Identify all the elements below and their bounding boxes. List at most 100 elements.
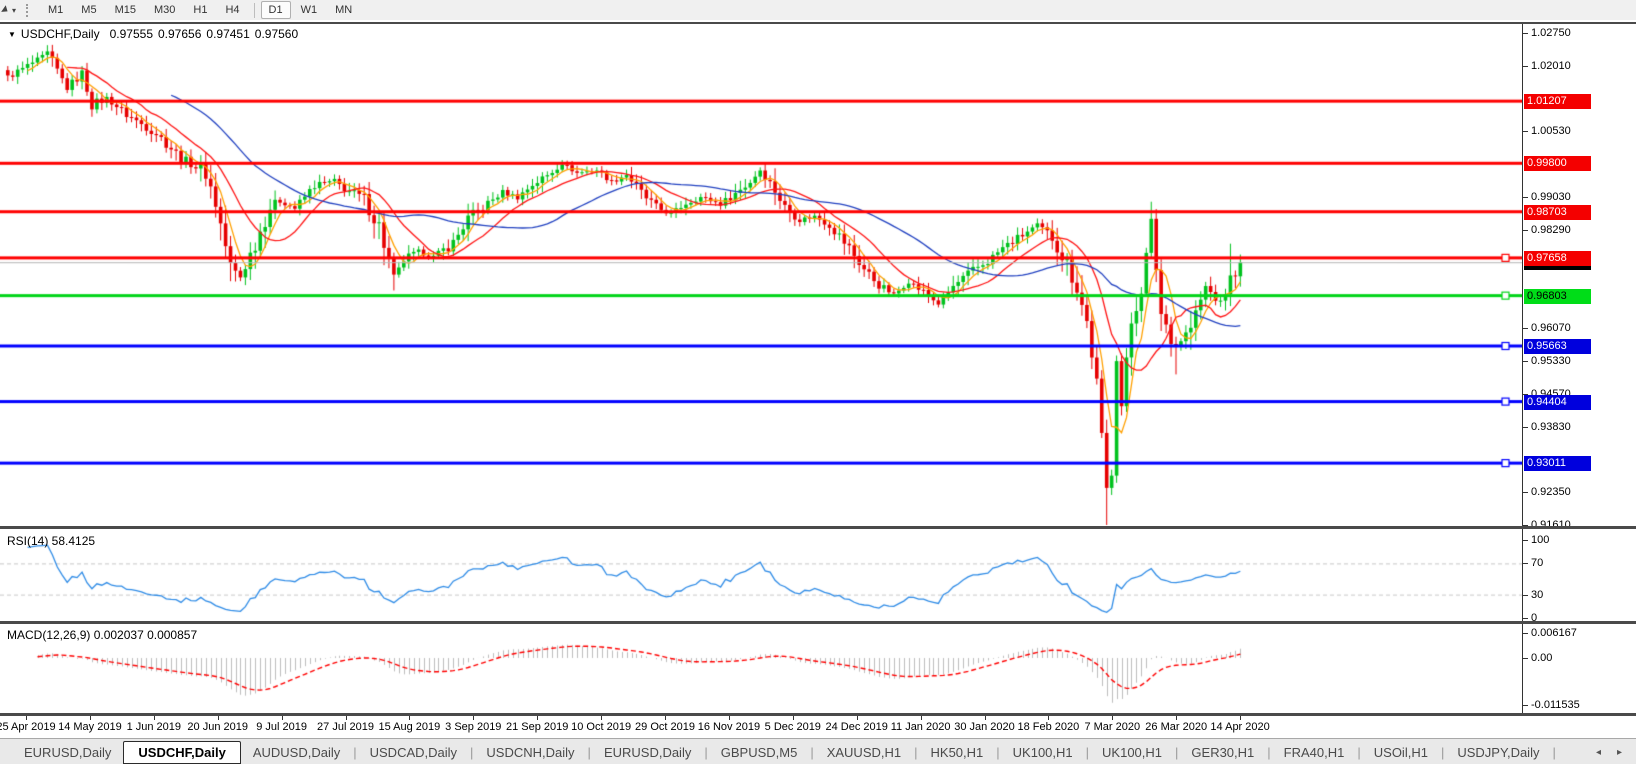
ohlc-close: 0.97560 [254,27,299,41]
rsi-macd-separator[interactable] [0,621,1636,624]
timeframe-button-m5[interactable]: M5 [73,1,104,19]
price-tick-label: 0.95330 [1531,354,1571,367]
macd-tick-mark [1523,704,1528,706]
tab-separator: | [470,744,474,760]
mt4-terminal: ▾ M1 M5 M15 M30 H1 H4 D1 W1 MN ▼ USDCHF,Daily 0.… [0,0,1636,764]
chart-tab-usdcnh-daily[interactable]: USDCNH,Daily [474,742,586,763]
tab-separator: | [996,744,1000,760]
tab-scroll-right-icon[interactable]: ▸ [1617,747,1622,758]
chart-tab-eurusd-daily[interactable]: EURUSD,Daily [592,742,703,763]
tab-separator: | [1085,744,1090,760]
date-label: 25 Apr 2019 [0,721,56,733]
cursor-tool-button[interactable]: ▾ [1,5,20,15]
date-tick-mark [473,716,475,720]
main-rsi-separator[interactable] [0,526,1636,529]
date-label: 24 Dec 2019 [825,721,888,733]
price-badge: 0.98703 [1524,204,1591,220]
price-tick-mark [1523,131,1528,133]
chart-tab-audusd-daily[interactable]: AUDUSD,Daily [241,742,352,763]
tab-separator: | [353,744,357,760]
date-tick-mark [1176,716,1178,720]
chart-title-overlay: ▼ USDCHF,Daily 0.97555 0.97656 0.97451 0… [8,27,303,41]
tab-scroll-left-icon[interactable]: ◂ [1596,747,1601,758]
price-tick-label: 1.02750 [1531,27,1571,39]
date-label: 5 Dec 2019 [764,721,821,733]
toolbar-grip-handle[interactable] [26,3,31,17]
timeframe-button-m1[interactable]: M1 [40,1,71,19]
tab-separator: | [1440,744,1445,760]
date-label: 27 Jul 2019 [317,721,374,733]
price-badge: 1.01207 [1524,94,1591,110]
macd-indicator-canvas[interactable] [0,625,1522,714]
timeframe-button-h4[interactable]: H4 [217,1,247,19]
price-tick-label: 1.02010 [1531,59,1571,72]
date-label: 14 Apr 2020 [1210,721,1270,733]
main-chart-canvas[interactable] [0,24,1522,526]
macd-tick-label: 0.006167 [1531,627,1577,639]
tab-separator: | [587,744,591,760]
macd-tick-mark [1523,658,1528,659]
timeframe-button-mn[interactable]: MN [327,1,360,19]
chart-tab-uk100-h1[interactable]: UK100,H1 [1001,742,1085,763]
chart-tab-bar: EURUSD,Daily USDCHF,Daily AUDUSD,Daily | USD… [0,738,1636,764]
cursor-icon [1,5,10,15]
chart-tab-fra40-h1[interactable]: FRA40,H1 [1272,742,1357,763]
date-label: 30 Jan 2020 [954,721,1015,733]
chart-tab-usdcad-daily[interactable]: USDCAD,Daily [358,742,469,763]
rsi-tick-mark [1523,618,1528,619]
chart-tab-eurusd-daily[interactable]: EURUSD,Daily [12,742,123,763]
date-tick-mark [920,716,922,720]
chart-tab-hk50-h1[interactable]: HK50,H1 [919,742,996,763]
date-label: 21 Sep 2019 [505,721,569,733]
chart-tab-gbpusd-m5[interactable]: GBPUSD,M5 [709,742,810,763]
price-badge: 0.99800 [1524,156,1591,172]
tabs-holder: EURUSD,Daily USDCHF,Daily AUDUSD,Daily | USD… [12,740,1557,764]
date-tick-mark [665,716,666,720]
rsi-tick-label: 100 [1531,534,1550,546]
tab-separator: | [1357,744,1361,760]
tab-separator: | [914,744,918,760]
timeframe-button-m30[interactable]: M30 [146,1,183,19]
chart-tab-uk100-h1[interactable]: UK100,H1 [1090,742,1174,763]
date-label: 9 Jul 2019 [256,721,307,733]
timeframe-button-d1[interactable]: D1 [260,1,291,19]
date-tick-mark [1112,716,1114,720]
date-label: 26 Mar 2020 [1145,721,1208,733]
chart-symbol-label: USDCHF,Daily [20,27,100,41]
date-tick-mark [537,716,539,720]
macd-tick-label: -0.011535 [1531,698,1580,711]
chart-tab-usdjpy-daily[interactable]: USDJPY,Daily [1445,742,1551,763]
date-tick-mark [153,716,155,720]
date-tick-mark [792,716,794,720]
tab-separator: | [704,744,708,760]
price-tick-mark [1523,197,1528,199]
rsi-label: RSI(14) 58.4125 [7,534,96,548]
date-axis[interactable]: 25 Apr 2019 14 May 2019 1 Jun 2019 20 Jun 2… [0,716,1636,738]
rsi-indicator-canvas[interactable] [0,531,1522,622]
timeframe-button-h1[interactable]: H1 [185,1,215,19]
date-tick-mark [26,716,27,720]
rsi-tick-label: 30 [1531,588,1544,601]
chart-tab-usoil-h1[interactable]: USOil,H1 [1362,742,1440,763]
rsi-tick-mark [1523,540,1528,541]
timeframe-button-w1[interactable]: W1 [293,1,326,19]
price-badge: 0.97658 [1524,250,1591,266]
timeframe-button-m15[interactable]: M15 [107,1,144,19]
date-tick-mark [409,716,411,720]
chart-tab-xauusd-h1[interactable]: XAUUSD,H1 [815,742,913,763]
timeframe-buttons: M1 M5 M15 M30 H1 H4 D1 W1 MN [39,1,361,19]
date-label: 10 Oct 2019 [571,721,632,733]
price-badge: 0.95663 [1524,338,1591,354]
price-tick-label: 0.98290 [1531,223,1571,236]
date-label: 18 Feb 2020 [1017,721,1080,733]
chart-tab-usdchf-daily[interactable]: USDCHF,Daily [123,740,241,764]
date-label: 15 Aug 2019 [378,721,441,733]
date-label: 29 Oct 2019 [635,721,695,733]
collapse-triangle-icon[interactable]: ▼ [8,30,16,39]
date-label: 14 May 2019 [58,721,122,733]
chart-tab-ger30-h1[interactable]: GER30,H1 [1179,742,1266,763]
date-tick-mark [89,716,91,720]
price-tick-mark [1523,33,1528,34]
price-tick-mark [1523,328,1528,330]
price-tick-mark [1523,426,1528,428]
